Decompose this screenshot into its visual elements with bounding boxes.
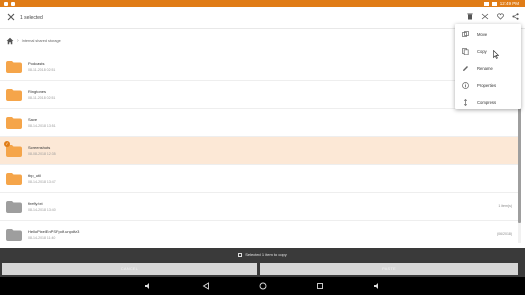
folder-gray-icon xyxy=(6,201,22,213)
list-item[interactable]: firefly.txt 08-14-2018 13:40 1 item(s) xyxy=(0,193,518,221)
battery-icon xyxy=(491,1,497,6)
notification-icon xyxy=(4,1,8,6)
breadcrumb-path[interactable]: Internal shared storage xyxy=(22,39,61,43)
menu-item-copy[interactable]: Copy xyxy=(455,43,521,60)
cancel-button[interactable]: CANCEL xyxy=(2,263,257,275)
copy-icon xyxy=(462,48,469,55)
menu-item-label: Copy xyxy=(477,49,487,54)
item-date: 08-14-2018 13:40 xyxy=(28,208,56,212)
folder-gray-icon xyxy=(6,229,22,241)
cut-icon xyxy=(481,13,489,19)
menu-item-rename[interactable]: Rename xyxy=(455,60,521,77)
menu-item-label: Rename xyxy=(477,66,493,71)
share-button[interactable] xyxy=(511,12,519,20)
item-name: Ringtones xyxy=(28,89,47,94)
toolbar-actions xyxy=(466,12,519,20)
home-circle-icon xyxy=(259,282,267,290)
item-size: 1 item(s) xyxy=(498,204,512,208)
selection-toolbar: 1 selected xyxy=(0,7,525,29)
close-selection-button[interactable] xyxy=(6,13,16,23)
folder-icon xyxy=(6,145,22,157)
close-icon xyxy=(7,13,15,21)
item-date: 08-14-2018 11:40 xyxy=(28,236,56,240)
folder-icon xyxy=(6,117,22,129)
folder-icon xyxy=(6,173,22,185)
copy-icon xyxy=(238,252,243,257)
system-icons: 12:49 PM xyxy=(483,0,519,7)
item-date: 08-14-2018 13:51 xyxy=(28,124,56,128)
recents-icon xyxy=(317,283,323,289)
item-name: tbp_util xyxy=(28,173,41,178)
item-name: Save xyxy=(28,117,38,122)
nav-right-button[interactable] xyxy=(372,281,382,291)
list-item[interactable]: Save 08-14-2018 13:51 xyxy=(0,109,518,137)
trash-icon xyxy=(467,13,473,19)
mouse-cursor-icon xyxy=(493,50,499,59)
favorite-button[interactable] xyxy=(496,12,504,20)
status-bar: 12:49 PM xyxy=(0,0,525,7)
rename-icon xyxy=(462,65,469,72)
folder-icon xyxy=(6,89,22,101)
back-icon xyxy=(202,282,209,290)
copy-actions: CANCEL PASTE xyxy=(0,261,525,277)
nav-left-button[interactable] xyxy=(143,281,153,291)
item-name: Screenshots xyxy=(28,145,51,150)
compress-icon xyxy=(462,99,469,106)
folder-icon xyxy=(6,61,22,73)
delete-button[interactable] xyxy=(466,12,474,20)
status-clock: 12:49 PM xyxy=(499,1,519,6)
list-item[interactable]: Podcasts 08-11-2018 02:51 xyxy=(0,53,518,81)
item-name: Podcasts xyxy=(28,61,45,66)
menu-item-move[interactable]: Move xyxy=(455,26,521,43)
volume-icon xyxy=(145,283,149,289)
menu-item-label: Compress xyxy=(477,100,497,105)
system-navigation-bar xyxy=(0,277,525,295)
heart-icon xyxy=(496,13,504,20)
overflow-menu: Move Copy Rename Properties Compress xyxy=(455,24,521,109)
item-size: (06/2018) xyxy=(497,232,512,236)
item-name: firefly.txt xyxy=(28,201,43,206)
info-icon xyxy=(462,82,469,89)
home-icon[interactable] xyxy=(6,37,14,45)
menu-item-compress[interactable]: Compress xyxy=(455,94,521,111)
menu-item-label: Properties xyxy=(477,83,497,88)
notification-icons xyxy=(4,0,15,7)
item-date: 08-08-2018 12:35 xyxy=(28,152,56,156)
file-list: Podcasts 08-11-2018 02:51 Ringtones 08-1… xyxy=(0,53,518,249)
copy-status-bar: Selected 1 item to copy xyxy=(0,248,525,261)
copy-status-text: Selected 1 item to copy xyxy=(245,252,287,257)
back-button[interactable] xyxy=(201,281,211,291)
menu-item-label: Move xyxy=(477,32,488,37)
notification-icon xyxy=(11,1,15,6)
list-item[interactable]: HelloPixelEnPSFpdf.unpdfz3 08-14-2018 11… xyxy=(0,221,518,249)
item-name: HelloPixelEnPSFpdf.unpdfz3 xyxy=(28,229,80,234)
share-icon xyxy=(511,12,519,20)
item-date: 08-14-2018 13:47 xyxy=(28,180,56,184)
selection-count: 1 selected xyxy=(20,15,43,21)
breadcrumb: › Internal shared storage xyxy=(0,33,525,49)
checkmark-icon: ✓ xyxy=(4,141,10,147)
list-item-selected[interactable]: ✓ Screenshots 08-08-2018 12:35 xyxy=(0,137,518,165)
list-item[interactable]: tbp_util 08-14-2018 13:47 xyxy=(0,165,518,193)
recents-button[interactable] xyxy=(315,281,325,291)
chevron-right-icon: › xyxy=(17,38,19,44)
home-button[interactable] xyxy=(258,281,268,291)
volume-up-icon xyxy=(374,283,378,289)
cut-button[interactable] xyxy=(481,12,489,20)
paste-button[interactable]: PASTE xyxy=(260,263,518,275)
screen: 12:49 PM 1 selected › Internal shared st… xyxy=(0,0,525,295)
menu-item-properties[interactable]: Properties xyxy=(455,77,521,94)
list-item[interactable]: Ringtones 08-11-2018 02:51 xyxy=(0,81,518,109)
item-date: 08-11-2018 02:51 xyxy=(28,68,56,72)
item-date: 08-11-2018 02:51 xyxy=(28,96,56,100)
move-icon xyxy=(462,31,469,38)
wifi-icon xyxy=(483,1,489,6)
